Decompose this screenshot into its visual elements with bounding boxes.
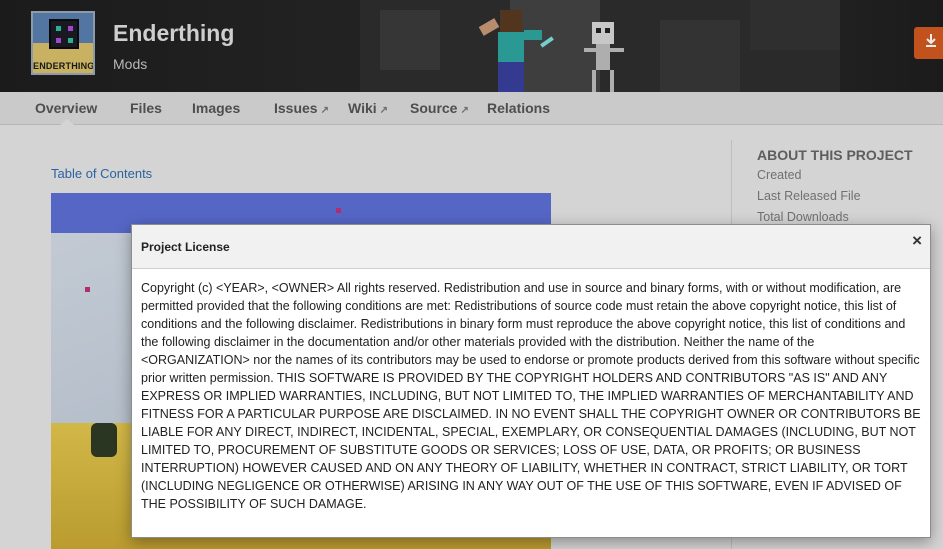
license-modal: Project License × Copyright (c) <YEAR>, … xyxy=(131,224,931,538)
modal-title: Project License xyxy=(141,240,230,254)
close-icon[interactable]: × xyxy=(912,231,922,251)
modal-header: Project License × xyxy=(132,225,930,269)
license-text: Copyright (c) <YEAR>, <OWNER> All rights… xyxy=(141,281,921,511)
